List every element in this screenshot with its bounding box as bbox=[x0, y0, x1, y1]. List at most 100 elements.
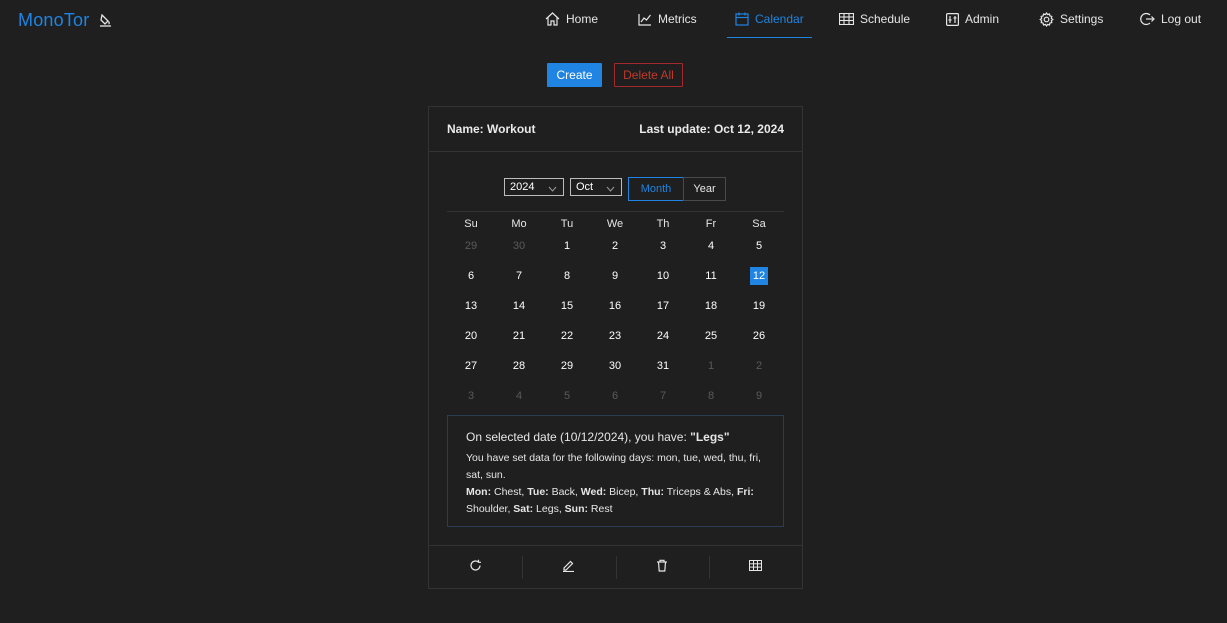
calendar-day[interactable]: 27 bbox=[447, 355, 495, 372]
calendar-day-number: 2 bbox=[611, 240, 619, 252]
info-title: On selected date (10/12/2024), you have:… bbox=[466, 430, 765, 444]
card-name: Name: Workout bbox=[447, 122, 535, 136]
calendar-week-row: 20 21 22 23 24 25 26 bbox=[447, 325, 784, 355]
admin-icon bbox=[946, 12, 959, 26]
calendar-day-number: 4 bbox=[707, 240, 715, 252]
calendar-day[interactable]: 2 bbox=[591, 235, 639, 252]
calendar-day[interactable]: 22 bbox=[543, 325, 591, 342]
calendar-day-number: 4 bbox=[515, 390, 523, 402]
calendar-day[interactable]: 4 bbox=[495, 385, 543, 402]
nav-calendar[interactable]: Calendar bbox=[727, 0, 812, 38]
calendar-day-number: 8 bbox=[707, 390, 715, 402]
weekday-label: Th bbox=[656, 217, 670, 230]
calendar-day-number: 30 bbox=[512, 240, 526, 252]
calendar-day[interactable]: 31 bbox=[639, 355, 687, 372]
calendar-day[interactable]: 25 bbox=[687, 325, 735, 342]
calendar-day[interactable]: 19 bbox=[735, 295, 783, 312]
month-select[interactable]: Oct bbox=[570, 178, 622, 196]
calendar-day[interactable]: 6 bbox=[447, 265, 495, 282]
calendar-day-number: 8 bbox=[563, 270, 571, 282]
delete-all-button[interactable]: Delete All bbox=[614, 63, 683, 87]
calendar-day[interactable]: 24 bbox=[639, 325, 687, 342]
nav-schedule-label: Schedule bbox=[860, 12, 911, 26]
calendar-day[interactable]: 18 bbox=[687, 295, 735, 312]
table-view-button[interactable] bbox=[708, 546, 802, 588]
calendar-day[interactable]: 5 bbox=[735, 235, 783, 252]
calendar-day[interactable]: 26 bbox=[735, 325, 783, 342]
calendar-day-number: 27 bbox=[464, 360, 478, 372]
calendar-day[interactable]: 10 bbox=[639, 265, 687, 282]
calendar-day-number: 15 bbox=[560, 300, 574, 312]
weekday-label: Sa bbox=[752, 217, 766, 230]
calendar-day[interactable]: 1 bbox=[543, 235, 591, 252]
nav-metrics-label: Metrics bbox=[658, 12, 697, 26]
card-actions bbox=[429, 545, 802, 588]
nav-schedule[interactable]: Schedule bbox=[839, 0, 910, 38]
calendar-day[interactable]: 7 bbox=[639, 385, 687, 402]
calendar-day[interactable]: 20 bbox=[447, 325, 495, 342]
calendar-day[interactable]: 4 bbox=[687, 235, 735, 252]
nav-admin[interactable]: Admin bbox=[946, 0, 999, 38]
nav-logout[interactable]: Log out bbox=[1140, 0, 1201, 38]
nav-settings-label: Settings bbox=[1060, 12, 1104, 26]
calendar-day[interactable]: 5 bbox=[543, 385, 591, 402]
calendar-day-number: 2 bbox=[755, 360, 763, 372]
calendar-day-number: 5 bbox=[563, 390, 571, 402]
calendar-day[interactable]: 8 bbox=[543, 265, 591, 282]
calendar-day[interactable]: 14 bbox=[495, 295, 543, 312]
schedule-value: Triceps & Abs, bbox=[664, 486, 737, 498]
calendar-day-number: 7 bbox=[659, 390, 667, 402]
mode-month-button[interactable]: Month bbox=[628, 177, 684, 201]
calendar-day[interactable]: 2 bbox=[735, 355, 783, 372]
schedule-value: Rest bbox=[588, 503, 613, 515]
calendar-day-selected[interactable]: 12 bbox=[735, 265, 783, 285]
calendar-day[interactable]: 6 bbox=[591, 385, 639, 402]
top-header: MonoTor Home Metrics Calendar Schedule A… bbox=[0, 0, 1227, 40]
calendar-day[interactable]: 7 bbox=[495, 265, 543, 282]
edit-button[interactable] bbox=[522, 546, 615, 588]
calendar-day[interactable]: 3 bbox=[447, 385, 495, 402]
calendar-day[interactable]: 1 bbox=[687, 355, 735, 372]
calendar-day[interactable]: 21 bbox=[495, 325, 543, 342]
calendar-day[interactable]: 3 bbox=[639, 235, 687, 252]
calendar-day[interactable]: 13 bbox=[447, 295, 495, 312]
nav-settings[interactable]: Settings bbox=[1039, 0, 1103, 38]
calendar-day[interactable]: 9 bbox=[591, 265, 639, 282]
calendar-day-number: 9 bbox=[755, 390, 763, 402]
calendar-day[interactable]: 28 bbox=[495, 355, 543, 372]
nav-metrics[interactable]: Metrics bbox=[638, 0, 697, 38]
calendar-day[interactable]: 9 bbox=[735, 385, 783, 402]
calendar-day[interactable]: 17 bbox=[639, 295, 687, 312]
calendar-day[interactable]: 15 bbox=[543, 295, 591, 312]
weekday-label: Fr bbox=[705, 217, 717, 230]
calendar-day-number: 6 bbox=[467, 270, 475, 282]
calendar-day[interactable]: 11 bbox=[687, 265, 735, 282]
calendar-day[interactable]: 30 bbox=[495, 235, 543, 252]
calendar-day-number: 14 bbox=[512, 300, 526, 312]
calendar-grid: Su Mo Tu We Th Fr Sa 29 30 1 2 3 4 5 6 7 8 9 10 11 12… bbox=[447, 211, 784, 415]
calendar-week-row: 6 7 8 9 10 11 12 bbox=[447, 265, 784, 295]
create-button[interactable]: Create bbox=[547, 63, 602, 87]
refresh-button[interactable] bbox=[429, 546, 522, 588]
delete-button[interactable] bbox=[615, 546, 709, 588]
calendar-icon bbox=[735, 12, 749, 26]
mode-year-button[interactable]: Year bbox=[683, 177, 726, 201]
calendar-day-number: 23 bbox=[608, 330, 622, 342]
calendar-day[interactable]: 29 bbox=[543, 355, 591, 372]
calendar-day-number: 3 bbox=[659, 240, 667, 252]
calendar-day-number: 7 bbox=[515, 270, 523, 282]
schedule-day: Fri: bbox=[736, 486, 754, 498]
calendar-day[interactable]: 16 bbox=[591, 295, 639, 312]
calendar-day-number: 24 bbox=[656, 330, 670, 342]
calendar-day[interactable]: 29 bbox=[447, 235, 495, 252]
schedule-value: Legs, bbox=[533, 503, 565, 515]
card-header: Name: Workout Last update: Oct 12, 2024 bbox=[429, 107, 802, 152]
calendar-day-number: 21 bbox=[512, 330, 526, 342]
calendar-day[interactable]: 8 bbox=[687, 385, 735, 402]
year-select[interactable]: 2024 bbox=[504, 178, 564, 196]
gear-icon bbox=[1039, 11, 1054, 27]
calendar-card: Name: Workout Last update: Oct 12, 2024 … bbox=[428, 106, 803, 589]
calendar-day[interactable]: 30 bbox=[591, 355, 639, 372]
nav-home[interactable]: Home bbox=[545, 0, 598, 38]
calendar-day[interactable]: 23 bbox=[591, 325, 639, 342]
